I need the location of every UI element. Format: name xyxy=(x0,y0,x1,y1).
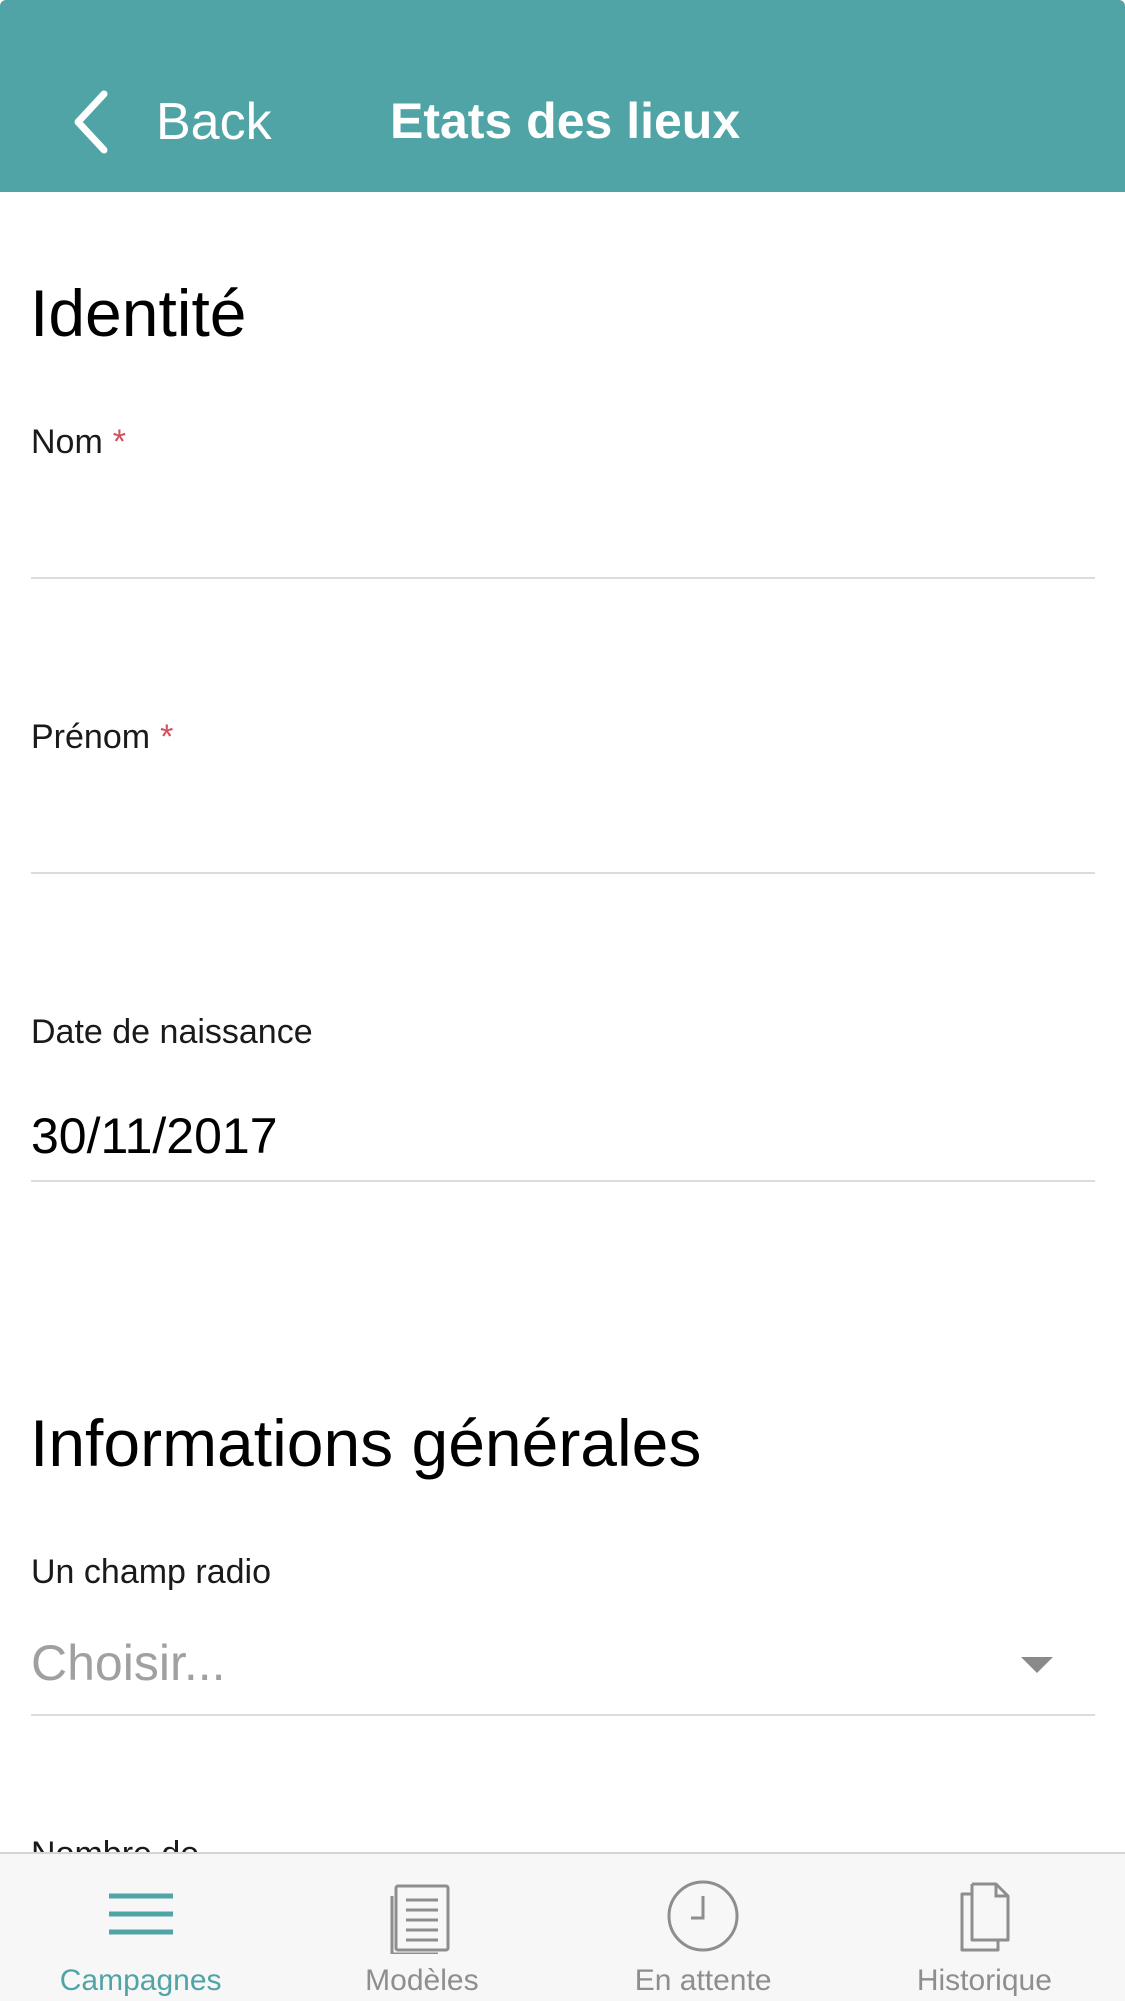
required-mark: * xyxy=(160,718,174,756)
copy-icon xyxy=(960,1882,1010,1952)
date-naissance-input[interactable] xyxy=(31,1092,1095,1182)
date-naissance-label: Date de naissance xyxy=(31,1013,313,1051)
back-button[interactable]: Back xyxy=(70,86,290,158)
nom-label: Nom * xyxy=(31,425,126,459)
prenom-label: Prénom * xyxy=(31,720,173,754)
menu-icon xyxy=(108,1893,173,1935)
nom-label-text: Nom xyxy=(31,423,103,461)
tab-label: Historique xyxy=(916,1964,1052,1997)
radio-field-label: Un champ radio xyxy=(31,1553,272,1591)
tab-label: En attente xyxy=(634,1964,772,1997)
select-placeholder: Choisir... xyxy=(31,1635,226,1691)
prenom-input[interactable] xyxy=(31,784,1095,874)
chevron-left-icon xyxy=(70,90,110,154)
clock-icon xyxy=(667,1880,739,1952)
required-mark: * xyxy=(112,423,127,461)
tab-campagnes[interactable]: Campagnes xyxy=(0,1854,281,2001)
nom-input[interactable] xyxy=(31,489,1095,579)
back-label: Back xyxy=(156,93,272,151)
section-title-informations-generales: Informations générales xyxy=(30,1406,702,1480)
tab-label: Modèles xyxy=(365,1964,479,1997)
prenom-label-text: Prénom xyxy=(31,718,151,756)
document-icon xyxy=(390,1884,450,1954)
tab-en-attente[interactable]: En attente xyxy=(563,1854,844,2001)
navigation-bar: Back Etats des lieux xyxy=(0,0,1125,192)
tab-historique[interactable]: Historique xyxy=(844,1854,1125,2001)
caret-down-icon xyxy=(1021,1657,1053,1673)
tab-modeles[interactable]: Modèles xyxy=(281,1854,562,2001)
radio-select[interactable]: Choisir... xyxy=(31,1620,1095,1716)
section-title-identite: Identité xyxy=(30,276,247,350)
form-content[interactable]: Identité Nom * Prénom * Date de naissance … xyxy=(0,192,1125,1854)
page-title: Etats des lieux xyxy=(390,93,741,149)
tab-label: Campagnes xyxy=(59,1964,222,1997)
tab-bar: Campagnes Modèles En attente Historique xyxy=(0,1852,1125,2001)
